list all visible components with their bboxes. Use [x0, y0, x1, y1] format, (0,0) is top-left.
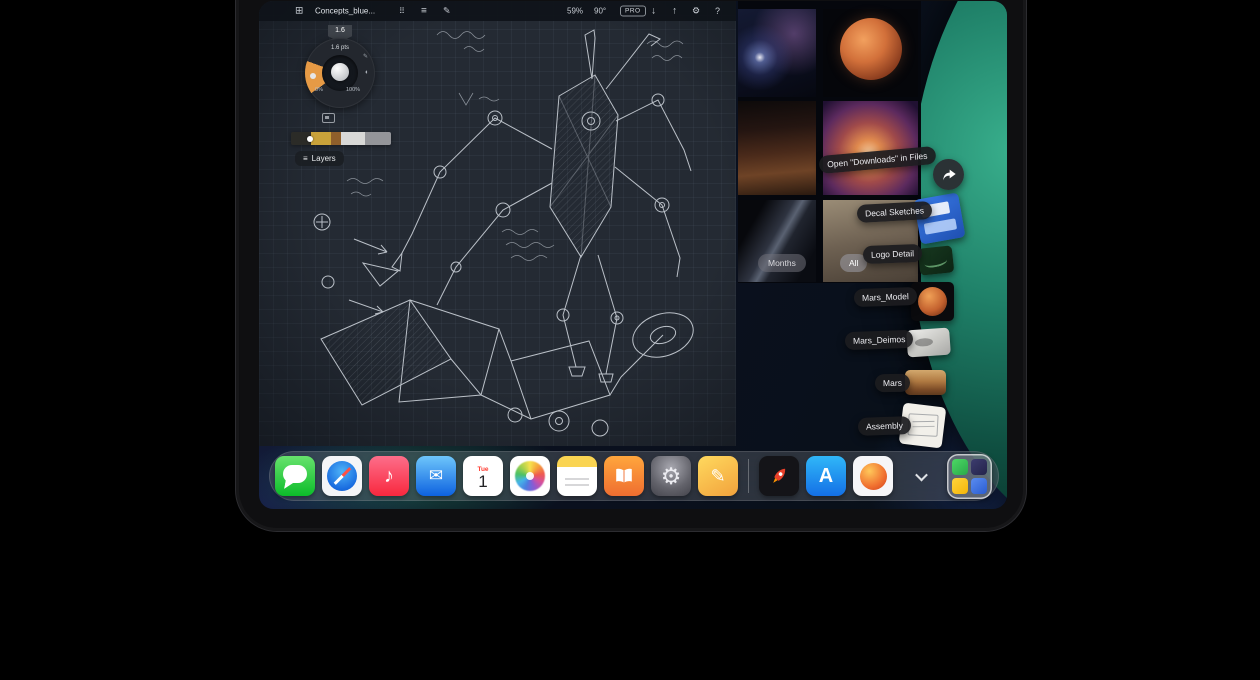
safari-app-icon[interactable]	[322, 456, 362, 496]
layers-label: Layers	[312, 154, 336, 163]
download-icon[interactable]: ↓	[651, 6, 656, 17]
brush-size-label: 1.6 pts	[303, 45, 377, 51]
app-store-a-icon: A	[819, 465, 833, 488]
help-icon[interactable]: ?	[715, 6, 720, 16]
rocket-icon	[762, 459, 796, 493]
opacity-max-label: 100%	[346, 87, 360, 93]
app-library-tile[interactable]	[947, 454, 992, 499]
music-note-icon: ♪	[384, 465, 394, 488]
swatch-gray[interactable]	[365, 132, 391, 145]
canvas-ratio-icon[interactable]	[322, 113, 335, 123]
app-store-icon[interactable]: A	[806, 456, 846, 496]
photo-thumb-blue-nebula[interactable]	[738, 9, 816, 97]
layers-menu-icon: ≡	[303, 154, 308, 163]
swatch-lightgray[interactable]	[341, 132, 365, 145]
layers-panel-toggle[interactable]: ≡ Layers	[295, 151, 344, 166]
concepts-toolbar: ⊞ Concepts_blue... ⠿ ≡ ✎ 59% 90° PRO ↓ ↑…	[259, 1, 736, 21]
open-book-icon	[613, 465, 635, 487]
music-app-icon[interactable]: ♪	[369, 456, 409, 496]
dots-grid-icon[interactable]: ⠿	[399, 7, 405, 16]
color-puck[interactable]	[331, 63, 349, 81]
mail-app-icon[interactable]: ✉	[416, 456, 456, 496]
swatch-yellow[interactable]	[311, 132, 331, 145]
tool-wheel[interactable]: 1.6 1.6 pts 0% 100% ✎ ◐	[303, 25, 383, 129]
calendar-day: 1	[478, 473, 487, 490]
share-forward-icon[interactable]	[933, 159, 964, 190]
rotation-value[interactable]: 90°	[594, 7, 606, 16]
orange-sphere-app-icon[interactable]	[853, 456, 893, 496]
ipad-screen: ⊞ Concepts_blue... ⠿ ≡ ✎ 59% 90° PRO ↓ ↑…	[259, 1, 1007, 509]
calendar-app-icon[interactable]: Tue 1	[463, 456, 503, 496]
ipad-device: ⊞ Concepts_blue... ⠿ ≡ ✎ 59% 90° PRO ↓ ↑…	[235, 0, 1027, 532]
document-title[interactable]: Concepts_blue...	[315, 7, 375, 16]
drag-thumb-mars-deimos[interactable]	[906, 328, 951, 358]
messages-app-icon[interactable]	[275, 456, 315, 496]
zoom-level[interactable]: 59%	[567, 7, 583, 16]
color-swatch-dot[interactable]	[310, 73, 316, 79]
dock-collapse-button[interactable]	[909, 464, 933, 488]
menu-icon[interactable]: ≡	[421, 6, 427, 17]
photos-tab-months[interactable]: Months	[758, 254, 806, 272]
forward-arrow-glyph	[941, 167, 957, 183]
drag-item-logo-detail[interactable]: Logo Detail	[863, 244, 923, 264]
apps-grid-icon[interactable]: ⊞	[295, 6, 303, 17]
pencil-icon: ✎	[710, 466, 725, 487]
mini-app-green	[952, 459, 968, 475]
concepts-app-window: ⊞ Concepts_blue... ⠿ ≡ ✎ 59% 90° PRO ↓ ↑…	[259, 1, 736, 446]
drag-thumb-logo-detail[interactable]	[918, 245, 955, 275]
mini-app-yellow	[952, 478, 968, 494]
settings-app-icon[interactable]: ⚙	[651, 456, 691, 496]
contrast-icon[interactable]: ◐	[365, 69, 369, 76]
wheel-pen-icon[interactable]: ✎	[363, 53, 368, 60]
swatch-ochre[interactable]	[331, 132, 341, 145]
books-app-icon[interactable]	[604, 456, 644, 496]
drag-item-mars[interactable]: Mars	[875, 374, 910, 393]
sketch-pencil-app-icon[interactable]: ✎	[698, 456, 738, 496]
mini-app-blue	[971, 478, 987, 494]
photo-thumb-mars-planet[interactable]	[823, 9, 918, 97]
gear-icon[interactable]: ⚙	[692, 6, 700, 17]
pro-badge[interactable]: PRO	[620, 6, 646, 17]
mini-app-navy	[971, 459, 987, 475]
palette-marker[interactable]	[307, 136, 313, 142]
photos-app-window	[738, 1, 921, 283]
rocket-app-icon[interactable]	[759, 456, 799, 496]
settings-gear-icon: ⚙	[661, 463, 682, 490]
drag-item-mars-model[interactable]: Mars_Model	[854, 287, 917, 307]
opacity-min-label: 0%	[315, 87, 323, 93]
notes-app-icon[interactable]	[557, 456, 597, 496]
drag-thumb-mars-model[interactable]	[911, 282, 954, 321]
photos-app-icon[interactable]	[510, 456, 550, 496]
dock: ♪ ✉ Tue 1 ⚙	[269, 451, 999, 501]
drag-item-assembly[interactable]: Assembly	[858, 416, 911, 436]
envelope-icon: ✉	[429, 466, 443, 486]
drag-thumb-mars[interactable]	[905, 370, 946, 395]
chevron-down-icon	[915, 468, 928, 481]
photo-thumb-mars-surface[interactable]	[738, 101, 816, 195]
pen-icon[interactable]: ✎	[443, 6, 451, 17]
color-palette-bar[interactable]	[291, 132, 391, 145]
dock-separator	[748, 459, 749, 493]
export-icon[interactable]: ↑	[672, 6, 677, 17]
scene: ⊞ Concepts_blue... ⠿ ≡ ✎ 59% 90° PRO ↓ ↑…	[0, 0, 1260, 680]
drag-item-mars-deimos[interactable]: Mars_Deimos	[845, 330, 914, 350]
